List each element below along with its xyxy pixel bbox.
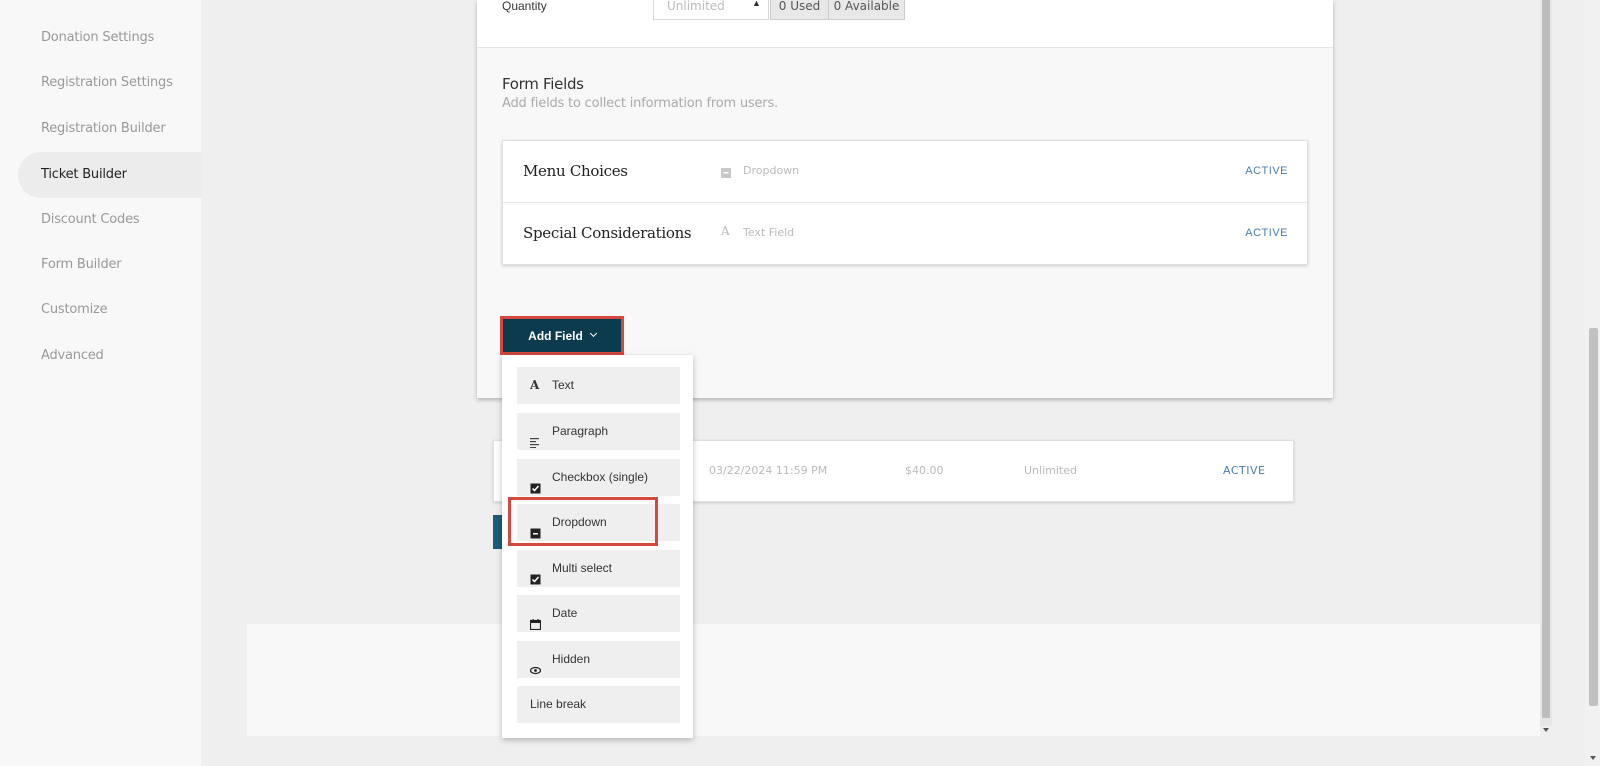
menu-item-label: Checkbox (single) (552, 470, 649, 484)
form-fields-title: Form Fields (502, 75, 584, 93)
form-field-status[interactable]: ACTIVE (1245, 141, 1288, 201)
scroll-down-arrow-icon[interactable] (1543, 728, 1549, 732)
menu-item-label: Date (552, 606, 578, 620)
menu-item-date[interactable]: Date (517, 595, 680, 632)
menu-item-label: Dropdown (552, 515, 607, 529)
sidebar-item-ticket-builder[interactable]: Ticket Builder (18, 152, 201, 198)
menu-item-line-break[interactable]: Line break (517, 686, 680, 723)
menu-item-checkbox-single[interactable]: Checkbox (single) (517, 459, 680, 496)
menu-item-hidden[interactable]: Hidden (517, 641, 680, 678)
calendar-icon (529, 608, 542, 631)
menu-item-text[interactable]: A Text (517, 367, 680, 404)
dropdown-icon (530, 517, 541, 539)
quantity-used-badge: 0 Used (770, 0, 829, 20)
checkbox-icon (530, 472, 541, 494)
form-fields-list: Menu Choices Dropdown ACTIVE Special Con… (502, 140, 1308, 265)
ticket-status: ACTIVE (1223, 464, 1266, 477)
quantity-label: Quantity (502, 0, 547, 13)
ticket-date: 03/22/2024 11:59 PM (709, 464, 828, 477)
paragraph-icon (530, 426, 541, 448)
form-field-name: Menu Choices (523, 162, 628, 180)
form-field-type: Dropdown (743, 164, 800, 177)
form-field-status[interactable]: ACTIVE (1245, 203, 1288, 263)
menu-item-label: Line break (530, 697, 587, 711)
form-field-row[interactable]: Menu Choices Dropdown ACTIVE (503, 141, 1307, 203)
sidebar-item-customize[interactable]: Customize (0, 287, 201, 333)
form-field-name: Special Considerations (523, 224, 692, 242)
form-fields-subtitle: Add fields to collect information from u… (502, 96, 778, 111)
add-field-menu: A Text Paragraph Checkbox (single) Dropd… (502, 355, 693, 738)
menu-item-paragraph[interactable]: Paragraph (517, 413, 680, 450)
checkbox-icon (530, 563, 541, 585)
form-field-row[interactable]: Special Considerations A Text Field ACTI… (503, 203, 1307, 265)
dropdown-icon (721, 165, 731, 178)
ticket-quantity: Unlimited (1024, 464, 1077, 477)
quantity-section (477, 0, 1333, 48)
menu-item-dropdown[interactable]: Dropdown (517, 504, 680, 541)
add-field-label: Add Field (528, 328, 583, 343)
ticket-price: $40.00 (905, 464, 944, 477)
menu-item-label: Multi select (552, 561, 613, 575)
sidebar-item-registration-settings[interactable]: Registration Settings (0, 60, 201, 106)
sidebar: Donation Settings Registration Settings … (0, 0, 201, 766)
eye-icon (529, 654, 542, 675)
spinner-icon[interactable]: ▲ (752, 0, 761, 8)
sidebar-item-registration-builder[interactable]: Registration Builder (0, 106, 201, 152)
menu-item-label: Paragraph (552, 424, 609, 438)
menu-item-multi-select[interactable]: Multi select (517, 550, 680, 587)
text-a-icon: A (721, 224, 730, 238)
footer-area (247, 624, 1540, 736)
menu-item-label: Hidden (552, 652, 591, 666)
add-field-button[interactable]: Add Field (500, 316, 624, 355)
sidebar-item-donation-settings[interactable]: Donation Settings (0, 15, 201, 61)
quantity-available-badge: 0 Available (828, 0, 905, 20)
content-scrollbar-thumb[interactable] (1542, 0, 1550, 718)
text-a-icon: A (530, 378, 540, 392)
chevron-down-icon (589, 329, 597, 338)
sidebar-item-advanced[interactable]: Advanced (0, 333, 201, 379)
menu-item-label: Text (552, 378, 575, 392)
page-scrollbar-thumb[interactable] (1589, 328, 1598, 706)
form-field-type: Text Field (743, 226, 795, 239)
sidebar-item-discount-codes[interactable]: Discount Codes (0, 197, 201, 243)
sidebar-item-form-builder[interactable]: Form Builder (0, 242, 201, 288)
page-scroll-down-arrow-icon[interactable] (1590, 756, 1596, 760)
